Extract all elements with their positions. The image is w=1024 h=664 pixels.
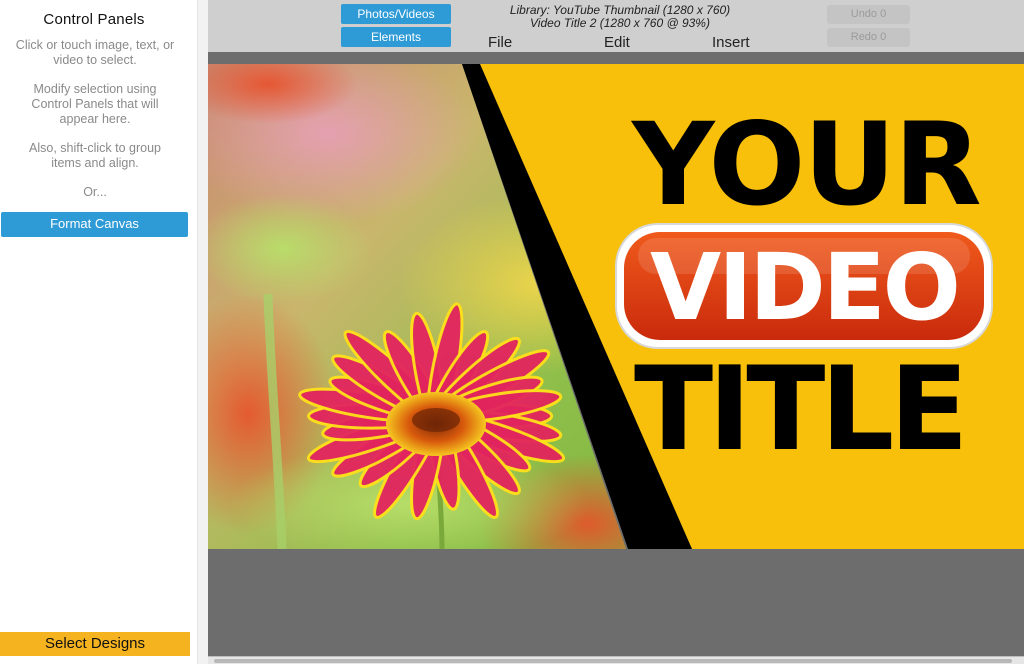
or-text: Or... [83,185,107,199]
control-panel-sidebar: Control Panels Click or touch image, tex… [0,0,197,664]
format-canvas-button[interactable]: Format Canvas [1,212,188,237]
project-info: Video Title 2 (1280 x 760 @ 93%) [530,16,710,30]
horizontal-scrollbar[interactable] [208,656,1024,664]
scrollbar-thumb[interactable] [214,659,1012,663]
sidebar-divider[interactable] [197,0,208,664]
select-hint-text: Click or touch image, text, or video to … [15,38,175,67]
group-hint-text: Also, shift-click to group items and ali… [29,141,161,170]
headline-title-text[interactable]: TITLE [634,352,969,468]
elements-button[interactable]: Elements [341,27,451,47]
select-designs-button[interactable]: Select Designs [0,632,190,656]
design-workspace: YOUR VIDEO TITLE [208,64,1024,656]
undo-button[interactable]: Undo 0 [827,5,910,24]
menu-file[interactable]: File [488,34,512,51]
menu-edit[interactable]: Edit [604,34,630,51]
design-canvas[interactable]: YOUR VIDEO TITLE [208,64,1024,549]
headline-video-text[interactable]: VIDEO [650,238,961,338]
photos-videos-button[interactable]: Photos/Videos [341,4,451,24]
top-toolbar: Photos/Videos Elements Library: YouTube … [208,0,1024,52]
toolbar-divider [208,52,1024,64]
library-info: Library: YouTube Thumbnail (1280 x 760) [509,3,731,17]
redo-button[interactable]: Redo 0 [827,28,910,47]
menu-insert[interactable]: Insert [712,34,750,51]
headline-your-text[interactable]: YOUR [632,108,982,222]
panel-title: Control Panels [43,11,145,28]
modify-hint-text: Modify selection using Control Panels th… [31,82,159,126]
